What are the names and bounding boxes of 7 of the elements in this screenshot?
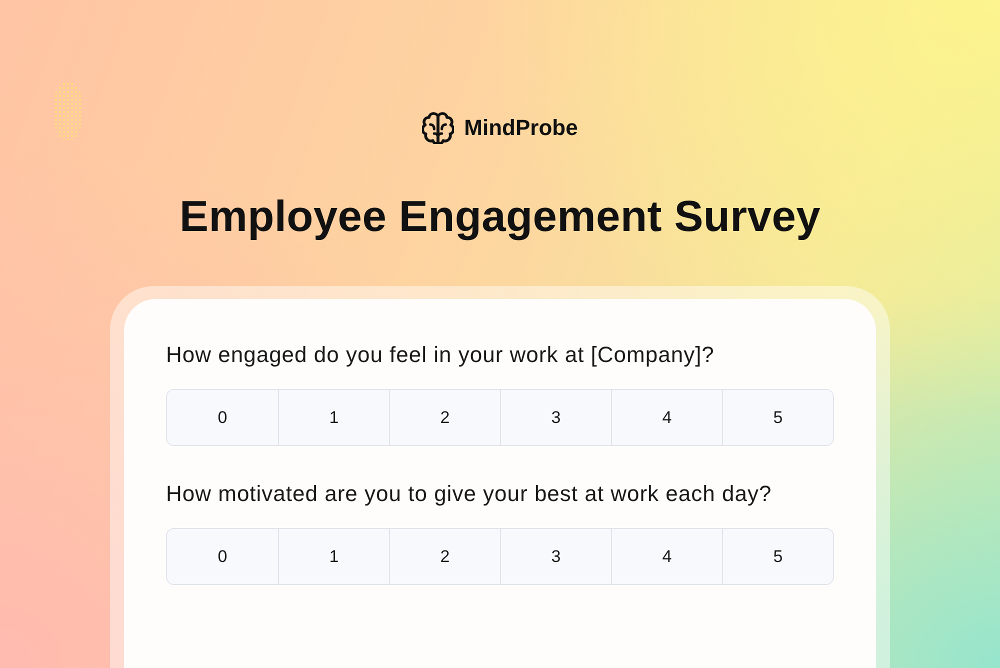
question-text: How engaged do you feel in your work at [Company]?: [166, 341, 716, 369]
brain-icon: [422, 112, 454, 144]
rating-option[interactable]: 5: [722, 529, 833, 584]
rating-option[interactable]: 5: [722, 390, 833, 445]
brand-name: MindProbe: [464, 115, 578, 141]
question-text: How motivated are you to give your best at work each day?: [166, 480, 773, 508]
survey-title: Employee Engagement Survey: [179, 192, 820, 243]
